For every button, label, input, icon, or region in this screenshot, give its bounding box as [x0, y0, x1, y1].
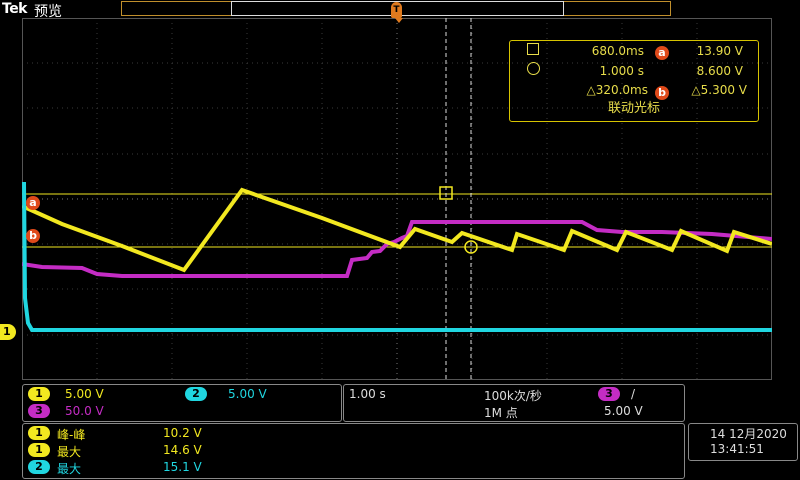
cursor-a-square-icon	[527, 43, 539, 55]
meas-2-chip: 1	[28, 443, 50, 457]
cursor-readout[interactable]: 680.0ms a 13.90 V 1.000 s 8.600 V △320.0…	[509, 40, 759, 122]
horizontal-settings-panel[interactable]: 1.00 s 100k次/秒 1M 点 3 / 5.00 V	[343, 384, 685, 422]
trigger-pointer-icon	[395, 18, 403, 23]
cursor-link-mode[interactable]: 联动光标	[510, 100, 758, 118]
ch2-waveform	[22, 181, 772, 332]
meas-1-chip: 1	[28, 426, 50, 440]
brand-logo: Tek	[2, 1, 28, 17]
trigger-slope-icon: /	[631, 387, 636, 401]
cursor-b-badge: b	[655, 86, 669, 100]
cursor-a-time: 680.0ms	[591, 44, 644, 58]
ch2-scale: 5.00 V	[228, 387, 267, 401]
vertical-settings-panel[interactable]: 1 5.00 V 2 5.00 V 3 50.0 V	[22, 384, 342, 422]
cursor-a-value: 13.90 V	[696, 44, 743, 58]
meas-1-value: 10.2 V	[163, 426, 202, 440]
meas-1-name: 峰-峰	[57, 428, 86, 442]
meas-3-value: 15.1 V	[163, 460, 202, 474]
measurements-panel[interactable]: 1 峰-峰 10.2 V 1 最大 14.6 V 2 最大 15.1 V	[22, 423, 685, 479]
cursor-b-marker: b	[26, 229, 40, 243]
sample-rate: 100k次/秒	[484, 389, 542, 403]
meas-2-value: 14.6 V	[163, 443, 202, 457]
cursor-b-time: 1.000 s	[599, 64, 644, 78]
cursor-a-badge: a	[655, 46, 669, 60]
cursor-b-value: 8.600 V	[696, 64, 743, 78]
ch3-scale: 50.0 V	[65, 404, 104, 418]
date-text: 14 12月2020	[710, 427, 787, 441]
ch2-chip[interactable]: 2	[185, 387, 207, 401]
trigger-channel-chip[interactable]: 3	[598, 387, 620, 401]
cursor-delta-value: △5.300 V	[691, 83, 747, 97]
time-text: 13:41:51	[710, 442, 764, 456]
meas-3-name: 最大	[57, 462, 82, 476]
trigger-level: 5.00 V	[604, 404, 643, 418]
ch1-scale: 5.00 V	[65, 387, 104, 401]
ch1-ground-marker[interactable]: 1	[0, 324, 16, 340]
datetime-panel: 14 12月2020 13:41:51	[688, 423, 798, 461]
meas-2-name: 最大	[57, 445, 82, 459]
meas-3-chip: 2	[28, 460, 50, 474]
cursor-b-circle-icon	[527, 62, 540, 75]
cursor-a-marker: a	[26, 196, 40, 210]
ch3-chip[interactable]: 3	[28, 404, 50, 418]
cursor-delta-time: △320.0ms	[586, 83, 648, 97]
trigger-position-icon[interactable]: T	[391, 2, 402, 18]
ch1-chip[interactable]: 1	[28, 387, 50, 401]
timebase-value: 1.00 s	[349, 387, 386, 401]
record-length: 1M 点	[484, 406, 518, 420]
